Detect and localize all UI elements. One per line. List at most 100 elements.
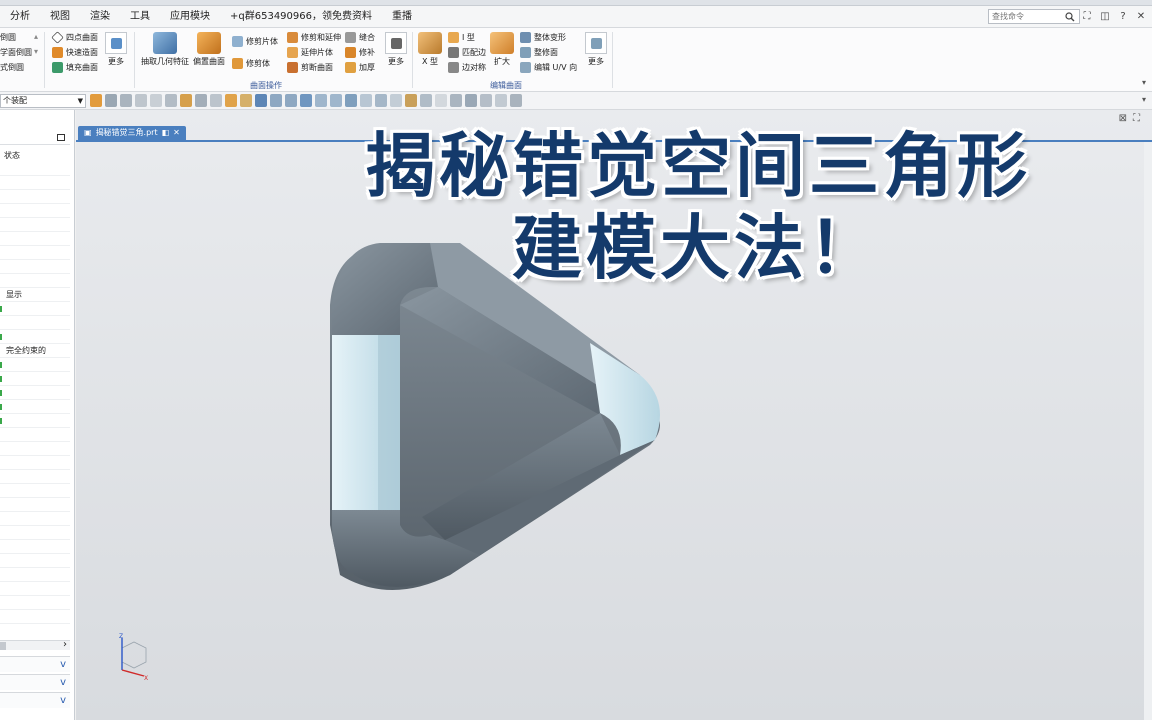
ribbon-item-global-shaping[interactable]: 整体变形 xyxy=(520,32,566,43)
restore-icon[interactable]: ◫ xyxy=(1098,9,1112,23)
chevron-down-icon[interactable]: v xyxy=(60,677,66,688)
enlarge-button[interactable]: 扩大 xyxy=(490,32,514,67)
more-button-1[interactable]: 更多 xyxy=(104,32,128,72)
list-item[interactable] xyxy=(0,498,70,512)
ribbon-item-trim-sheet[interactable]: 修剪片体 xyxy=(232,36,278,47)
chevron-down-icon[interactable]: v xyxy=(60,695,66,706)
panel-section-3[interactable]: v xyxy=(0,692,70,708)
ribbon-item-fill-surface[interactable]: 填充曲面 xyxy=(52,62,98,73)
intersection-icon[interactable] xyxy=(375,94,387,107)
quadrant-icon[interactable] xyxy=(390,94,402,107)
list-item[interactable] xyxy=(0,316,70,330)
ribbon-item-fillet[interactable]: 倒圆 xyxy=(0,32,16,43)
list-item[interactable] xyxy=(0,190,70,204)
display-icon[interactable] xyxy=(465,94,477,107)
menu-render[interactable]: 渲染 xyxy=(80,6,120,28)
list-item-display[interactable]: 显示 xyxy=(0,288,70,302)
list-item[interactable] xyxy=(0,512,70,526)
list-item[interactable] xyxy=(0,204,70,218)
view-layout-icon[interactable]: ⊠ xyxy=(1119,113,1127,124)
more-button-3[interactable]: 更多 xyxy=(584,32,608,72)
ribbon-item-sew[interactable]: 缝合 xyxy=(345,32,375,43)
list-item[interactable] xyxy=(0,176,70,190)
menu-analysis[interactable]: 分析 xyxy=(0,6,40,28)
list-item-fully-constrained[interactable]: 完全约束的 xyxy=(0,344,70,358)
grid-icon[interactable] xyxy=(435,94,447,107)
surface-point-icon[interactable] xyxy=(420,94,432,107)
help-icon[interactable]: ? xyxy=(1116,9,1130,23)
crosshair-icon[interactable] xyxy=(255,94,267,107)
solid-icon[interactable] xyxy=(225,94,237,107)
ribbon-item-extend-sheet[interactable]: 延伸片体 xyxy=(287,47,333,58)
select-filter-icon[interactable] xyxy=(105,94,117,107)
x-form-button[interactable]: X 型 xyxy=(416,32,444,67)
ribbon-item-quick-surface[interactable]: 快速造面 xyxy=(52,47,98,58)
command-search-input[interactable] xyxy=(989,10,1063,23)
list-item[interactable] xyxy=(0,568,70,582)
ribbon-expand-icon[interactable]: ▾ xyxy=(1142,78,1146,87)
cursor-icon[interactable] xyxy=(150,94,162,107)
more-button-2[interactable]: 更多 xyxy=(384,32,408,72)
filter-icon[interactable] xyxy=(120,94,132,107)
section-icon[interactable] xyxy=(495,94,507,107)
menu-replay[interactable]: 重播 xyxy=(382,6,422,28)
maximize-icon[interactable] xyxy=(57,134,65,141)
offset-surface-button[interactable]: 偏置曲面 xyxy=(192,32,226,67)
list-item[interactable] xyxy=(0,526,70,540)
selection-scope-dropdown[interactable]: 个装配 ▼ xyxy=(0,94,86,108)
horizontal-scrollbar[interactable]: › xyxy=(0,639,70,650)
ribbon-item-refit-face[interactable]: 整修面 xyxy=(520,47,558,58)
list-item[interactable] xyxy=(0,232,70,246)
ribbon-item-i-form[interactable]: I 型 xyxy=(448,32,475,43)
menu-view[interactable]: 视图 xyxy=(40,6,80,28)
pole-icon[interactable] xyxy=(405,94,417,107)
line-icon[interactable] xyxy=(270,94,282,107)
ribbon-item-edit-uv[interactable]: 编辑 U/V 向 xyxy=(520,62,577,73)
extract-geometry-button[interactable]: 抽取几何特征 xyxy=(140,32,190,67)
menu-qq-group[interactable]: +q群653490966，领免费资料 xyxy=(220,6,382,28)
list-item[interactable] xyxy=(0,260,70,274)
close-icon[interactable]: ✕ xyxy=(1134,9,1148,23)
list-item[interactable] xyxy=(0,610,70,624)
ribbon-item-trim-extend[interactable]: 修剪和延伸 xyxy=(287,32,341,43)
tangent-icon[interactable] xyxy=(360,94,372,107)
group-icon[interactable] xyxy=(165,94,177,107)
chevron-right-icon[interactable]: › xyxy=(63,639,67,650)
ribbon-item-divide-face[interactable]: 剪断曲面 xyxy=(287,62,333,73)
ribbon-item-thicken[interactable]: 加厚 xyxy=(345,62,375,73)
list-item[interactable] xyxy=(0,442,70,456)
document-tab[interactable]: ▣ 揭秘错觉三角.prt ◧ ✕ xyxy=(78,126,186,140)
layer-icon[interactable] xyxy=(510,94,522,107)
scrollbar-thumb[interactable] xyxy=(0,642,6,650)
list-item[interactable] xyxy=(0,162,70,176)
midpoint-icon[interactable] xyxy=(330,94,342,107)
list-item[interactable] xyxy=(0,358,70,372)
chevron-up-icon[interactable]: ▴ xyxy=(34,32,38,41)
ribbon-item-match-edge[interactable]: 匹配边 xyxy=(448,47,486,58)
list-item[interactable] xyxy=(0,274,70,288)
face-icon[interactable] xyxy=(195,94,207,107)
menu-applications[interactable]: 应用模块 xyxy=(160,6,220,28)
list-item[interactable] xyxy=(0,400,70,414)
ribbon-item-style-fillet[interactable]: 式倒圆 xyxy=(0,62,24,73)
toolbar-expand-icon[interactable]: ▾ xyxy=(1142,95,1146,104)
list-item[interactable] xyxy=(0,484,70,498)
ribbon-item-trim-body[interactable]: 修剪体 xyxy=(232,58,270,69)
list-item[interactable] xyxy=(0,330,70,344)
curve-icon[interactable] xyxy=(285,94,297,107)
list-item[interactable] xyxy=(0,540,70,554)
view-icon[interactable] xyxy=(450,94,462,107)
list-item[interactable] xyxy=(0,414,70,428)
fullscreen-icon[interactable]: ⛶ xyxy=(1080,9,1094,23)
chevron-down-icon[interactable]: v xyxy=(60,659,66,670)
fullscreen-view-icon[interactable]: ⛶ xyxy=(1133,113,1140,124)
list-item[interactable] xyxy=(0,246,70,260)
body-icon[interactable] xyxy=(180,94,192,107)
ribbon-item-edge-symmetry[interactable]: 边对称 xyxy=(448,62,486,73)
list-item[interactable] xyxy=(0,218,70,232)
tab-close-icon[interactable]: ✕ xyxy=(173,126,180,140)
list-item[interactable] xyxy=(0,582,70,596)
ribbon-item-four-point-surface[interactable]: 四点曲面 xyxy=(51,31,98,44)
ribbon-item-aesthetic-fillet[interactable]: 学面倒圆 xyxy=(0,47,32,58)
panel-section-2[interactable]: v xyxy=(0,674,70,690)
